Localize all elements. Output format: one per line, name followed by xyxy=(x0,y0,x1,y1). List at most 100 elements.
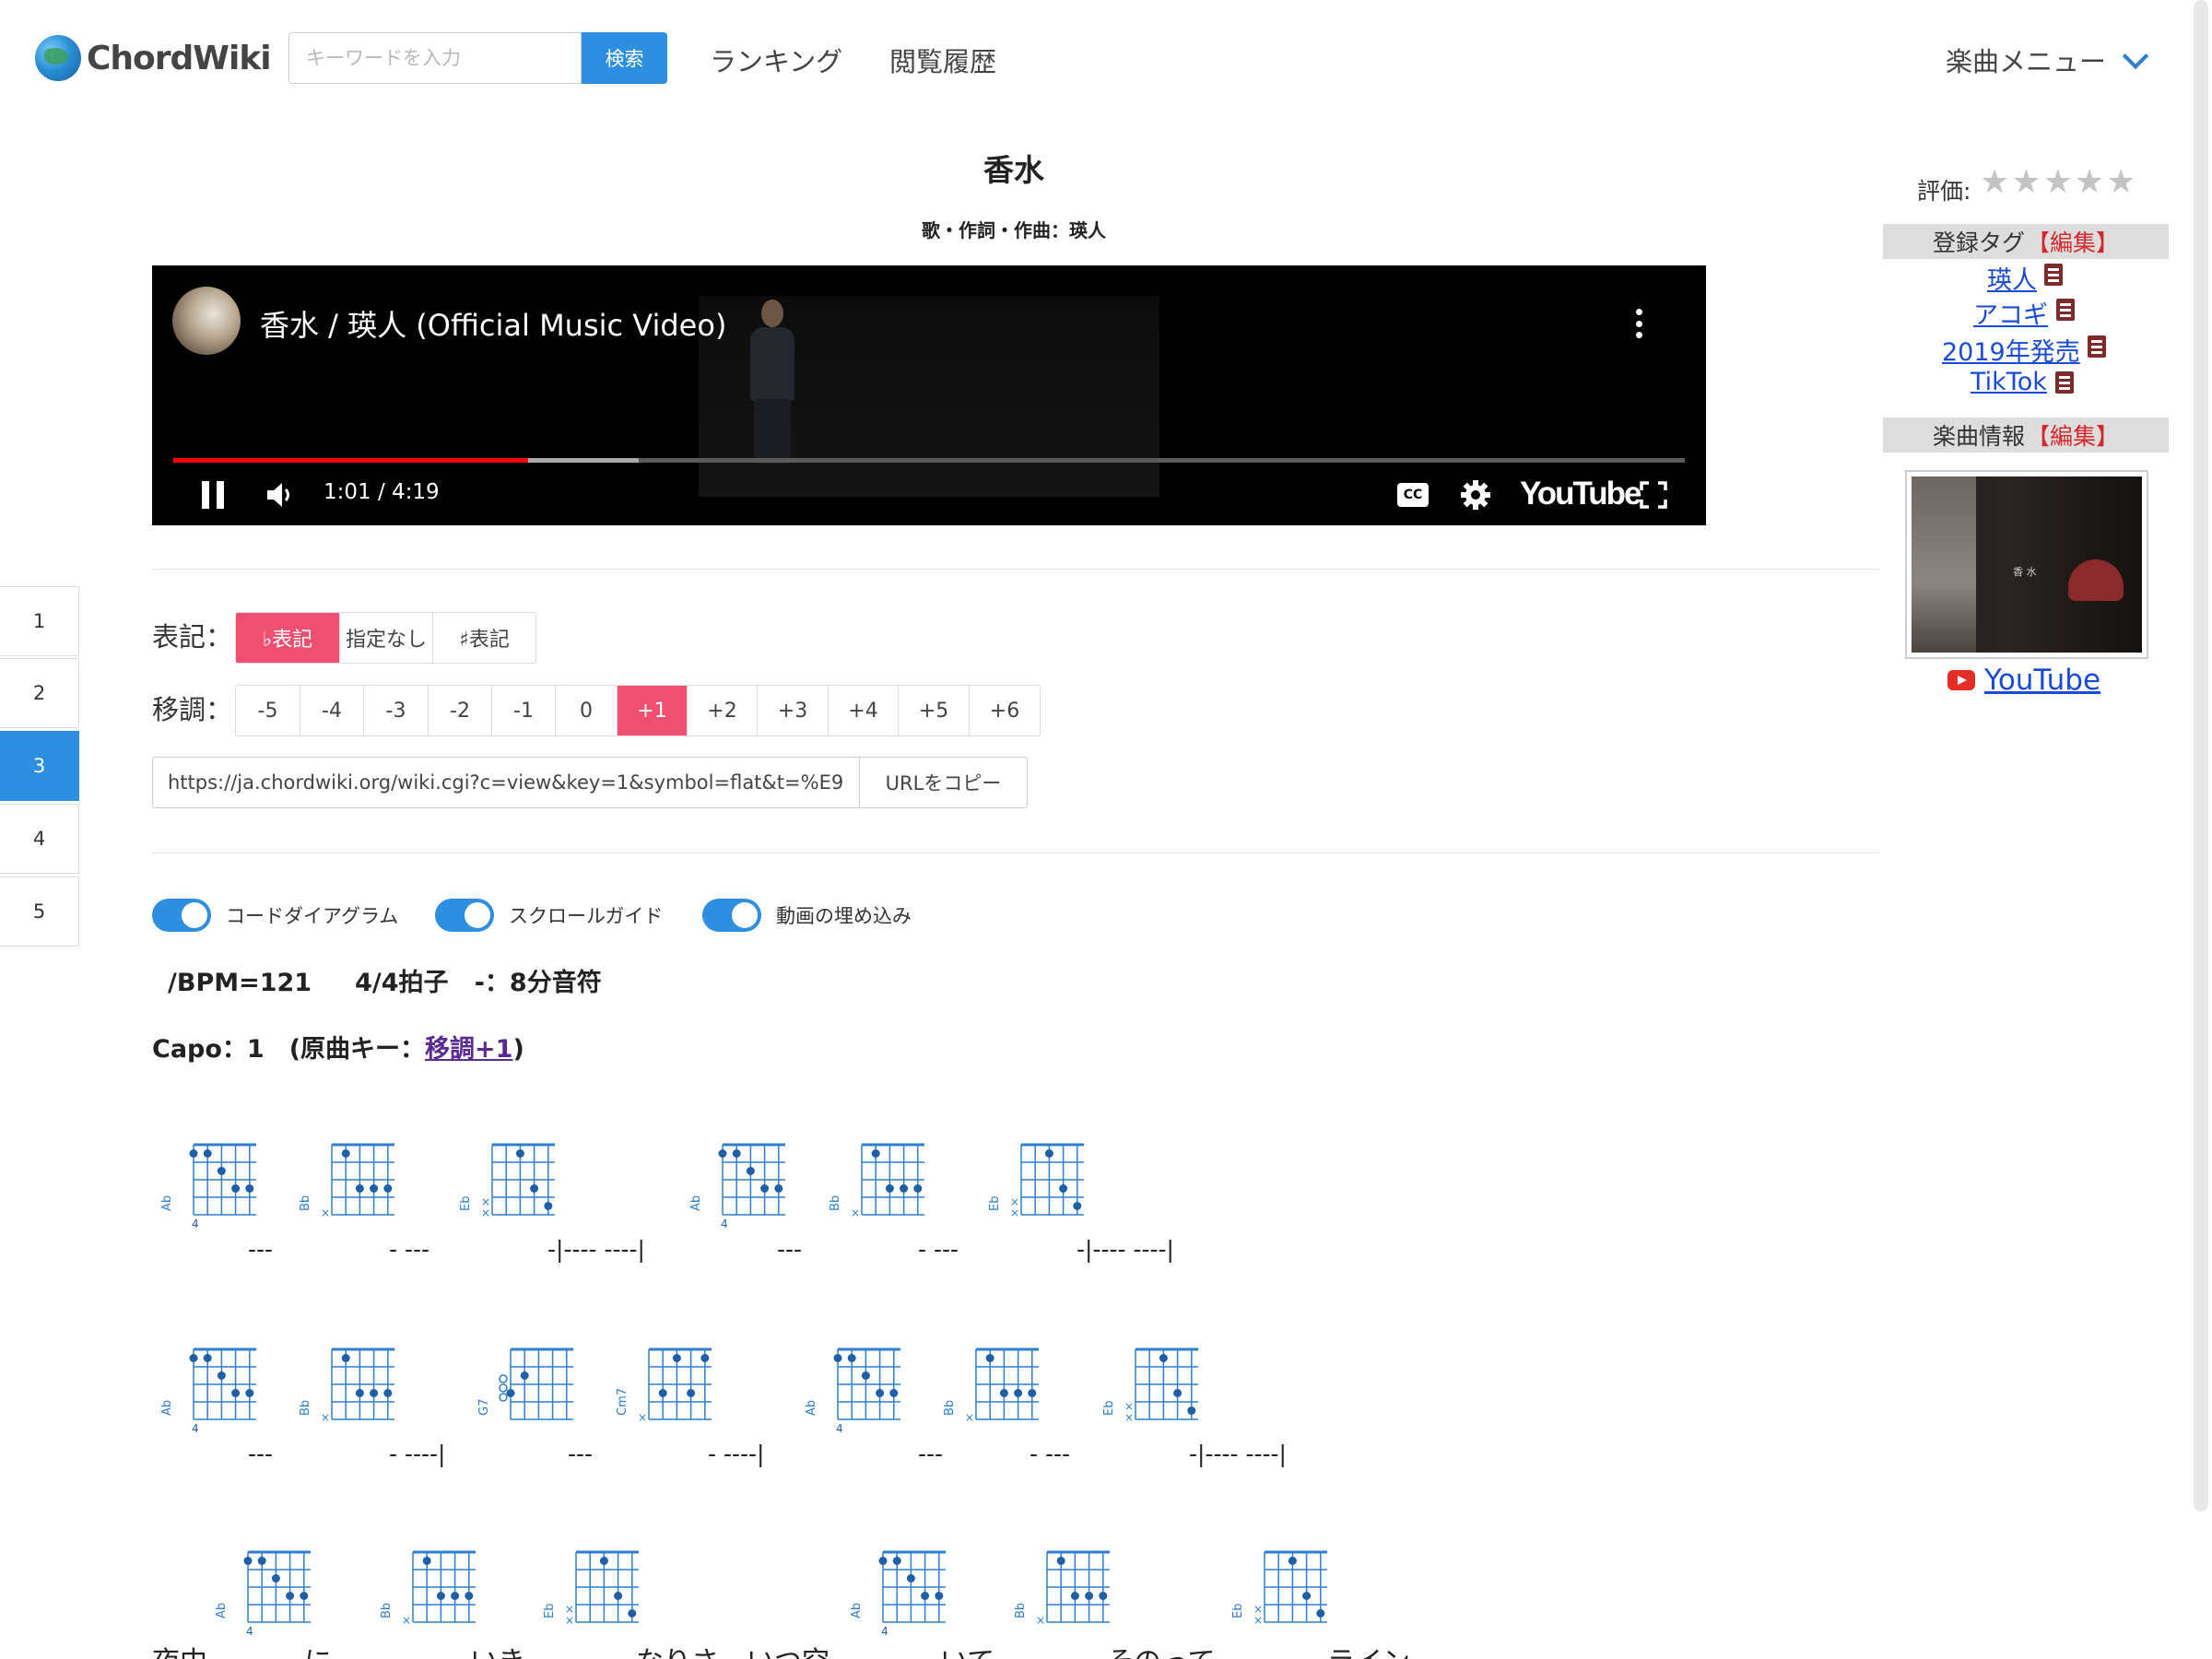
tag-page-icon[interactable] xyxy=(2044,264,2063,286)
share-url-field[interactable] xyxy=(152,757,860,808)
rating-star-icon[interactable]: ★ xyxy=(2043,166,2073,199)
transpose-link[interactable]: 移調+1 xyxy=(425,1035,512,1064)
finger-dot xyxy=(658,1389,667,1397)
tag-link[interactable]: アコギ xyxy=(1973,295,2048,331)
transpose-option[interactable]: +4 xyxy=(829,686,899,735)
chord-grid: × xyxy=(402,1550,476,1627)
chord-diagram-bb[interactable]: × Bb xyxy=(293,1338,394,1449)
chord-diagram-eb[interactable]: × × Eb xyxy=(982,1134,1084,1244)
chord-diagram-ab[interactable]: 4 Ab xyxy=(155,1134,256,1244)
rating-star-icon[interactable]: ★ xyxy=(2011,166,2041,199)
nav-ranking-link[interactable]: ランキング xyxy=(710,41,842,79)
transpose-option[interactable]: +3 xyxy=(758,686,829,735)
transpose-option[interactable]: -2 xyxy=(429,686,492,735)
section-tab-4[interactable]: 4 xyxy=(0,804,79,874)
notation-option-2[interactable]: ♯表記 xyxy=(433,613,535,663)
video-thumbnail[interactable]: 香 水 xyxy=(1905,470,2148,659)
tag-link[interactable]: 2019年発売 xyxy=(1942,332,2080,368)
finger-dot xyxy=(1085,1592,1094,1600)
song-menu-button[interactable]: 楽曲メニュー xyxy=(1946,41,2149,79)
video-progress-bar[interactable] xyxy=(173,458,1685,463)
song-info-header-label: 楽曲情報 xyxy=(1932,423,2025,450)
transpose-option[interactable]: +1 xyxy=(618,686,688,735)
mute-mark: × xyxy=(1253,1614,1263,1627)
toggle-video-embed[interactable]: 動画の埋め込み xyxy=(702,899,912,932)
copy-url-button[interactable]: URLをコピー xyxy=(859,757,1028,808)
chordwiki-logo[interactable]: ChordWiki xyxy=(35,35,272,81)
transpose-option[interactable]: 0 xyxy=(556,686,618,735)
finger-dot xyxy=(286,1592,295,1600)
tag-page-icon[interactable] xyxy=(2055,371,2074,394)
section-tab-3[interactable]: 3 xyxy=(0,731,79,801)
transpose-option[interactable]: -4 xyxy=(300,686,364,735)
chord-diagram-bb[interactable]: × Bb xyxy=(937,1338,1039,1449)
tag-page-icon[interactable] xyxy=(2088,335,2106,358)
chord-diagram-cm7[interactable]: × Cm7 xyxy=(610,1338,712,1449)
settings-gear-icon[interactable] xyxy=(1460,479,1491,511)
toggle-switch[interactable] xyxy=(435,899,494,932)
search-input[interactable] xyxy=(288,32,582,84)
rating-stars[interactable]: ★ ★ ★ ★ ★ xyxy=(1980,166,2136,199)
transpose-option[interactable]: -5 xyxy=(236,686,300,735)
chord-diagram-bb[interactable]: × Bb xyxy=(1008,1541,1110,1652)
finger-dot xyxy=(700,1354,710,1362)
video-title[interactable]: 香水 / 瑛人 (Official Music Video) xyxy=(260,302,726,345)
toggle-chord-diagram[interactable]: コードダイアグラム xyxy=(152,899,398,932)
search-button[interactable]: 検索 xyxy=(582,32,667,84)
page-scrollbar[interactable] xyxy=(2194,0,2208,1512)
tag-page-icon[interactable] xyxy=(2056,299,2075,321)
rating-star-icon[interactable]: ★ xyxy=(1980,166,2009,199)
captions-icon[interactable]: CC xyxy=(1397,483,1429,507)
chord-diagram-eb[interactable]: × × Eb xyxy=(1226,1541,1327,1652)
transpose-option[interactable]: +2 xyxy=(688,686,758,735)
chord-diagram-bb[interactable]: × Bb xyxy=(374,1541,476,1652)
finger-dot xyxy=(422,1557,431,1565)
pause-icon[interactable] xyxy=(202,481,226,509)
tag-link[interactable]: TikTok xyxy=(1971,368,2047,396)
transpose-option[interactable]: +6 xyxy=(970,686,1040,735)
more-options-icon[interactable] xyxy=(1636,309,1643,338)
mute-mark: × xyxy=(481,1206,490,1219)
channel-avatar[interactable] xyxy=(172,287,241,355)
youtube-play-icon xyxy=(1947,670,1975,690)
volume-icon[interactable] xyxy=(265,479,297,511)
transpose-option[interactable]: +5 xyxy=(899,686,970,735)
nav-history-link[interactable]: 閲覧履歴 xyxy=(889,41,996,79)
chord-diagram-ab[interactable]: 4 Ab xyxy=(799,1338,900,1449)
section-tab-2[interactable]: 2 xyxy=(0,658,79,728)
fullscreen-icon[interactable] xyxy=(1640,481,1667,509)
chord-diagram-ab[interactable]: 4 Ab xyxy=(155,1338,256,1449)
chord-name: Ab xyxy=(160,1399,174,1416)
open-mark xyxy=(499,1393,508,1402)
finger-dot xyxy=(1159,1354,1168,1362)
toggle-scroll-guide[interactable]: スクロールガイド xyxy=(435,899,663,932)
finger-dot xyxy=(599,1557,608,1565)
section-tab-5[interactable]: 5 xyxy=(0,877,79,947)
notation-option-1[interactable]: 指定なし xyxy=(340,613,433,663)
tag-link[interactable]: 瑛人 xyxy=(1987,260,2037,296)
rating-star-icon[interactable]: ★ xyxy=(2075,166,2104,199)
notation-option-0[interactable]: ♭表記 xyxy=(236,613,340,663)
chord-diagram-eb[interactable]: × × Eb xyxy=(1097,1338,1198,1449)
rating-star-icon[interactable]: ★ xyxy=(2106,166,2136,199)
chord-diagram-ab[interactable]: 4 Ab xyxy=(684,1134,785,1244)
chord-diagram-bb[interactable]: × Bb xyxy=(823,1134,924,1244)
chord-diagram-eb[interactable]: × × Eb xyxy=(453,1134,555,1244)
lyric-text: そのって xyxy=(1106,1639,1216,1659)
tags-edit-link[interactable]: 【編集】 xyxy=(2027,225,2119,258)
chord-diagram-g7[interactable]: G7 xyxy=(472,1338,573,1449)
chord-diagram-ab[interactable]: 4 Ab xyxy=(844,1541,946,1652)
finger-dot xyxy=(1028,1389,1037,1397)
fret-number: 4 xyxy=(192,1218,199,1230)
toggle-switch[interactable] xyxy=(152,899,211,932)
section-tab-1[interactable]: 1 xyxy=(0,586,79,656)
chord-diagram-ab[interactable]: 4 Ab xyxy=(209,1541,311,1652)
chord-diagram-bb[interactable]: × Bb xyxy=(293,1134,394,1244)
toggle-switch[interactable] xyxy=(702,899,761,932)
youtube-logo[interactable]: YouTube xyxy=(1520,476,1642,512)
song-info-edit-link[interactable]: 【編集】 xyxy=(2027,418,2119,452)
transpose-option[interactable]: -1 xyxy=(492,686,556,735)
youtube-link[interactable]: YouTube xyxy=(1947,664,2100,697)
transpose-option[interactable]: -3 xyxy=(364,686,429,735)
chord-diagram-eb[interactable]: × × Eb xyxy=(537,1541,639,1652)
